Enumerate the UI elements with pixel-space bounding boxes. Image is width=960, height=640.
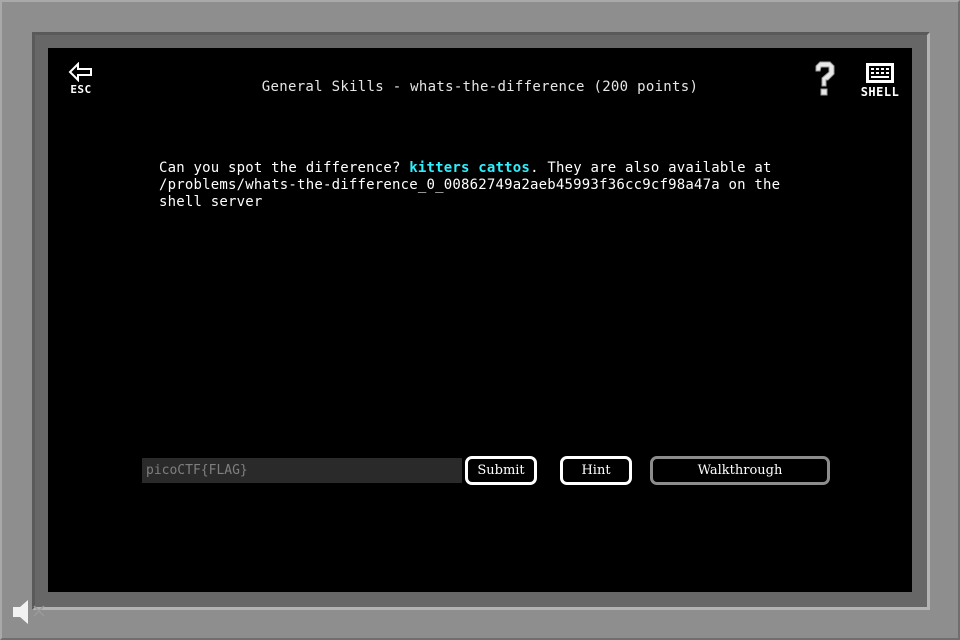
cattos-link[interactable]: cattos	[478, 160, 530, 176]
speaker-muted-icon	[10, 600, 50, 632]
shell-label: SHELL	[860, 85, 900, 99]
problem-description: Can you spot the difference? kitters cat…	[159, 160, 799, 211]
shell-button[interactable]: SHELL	[856, 62, 904, 102]
terminal-icon	[856, 62, 904, 84]
help-button[interactable]	[810, 60, 840, 100]
terminal-screen: ESC General Skills - whats-the-differenc…	[48, 48, 912, 592]
kitters-link[interactable]: kitters	[409, 160, 469, 176]
submit-button[interactable]: Submit	[465, 456, 537, 485]
page-title: General Skills - whats-the-difference (2…	[261, 79, 699, 95]
flag-input[interactable]	[142, 458, 462, 483]
description-text-before: Can you spot the difference?	[159, 160, 410, 176]
walkthrough-button[interactable]: Walkthrough	[650, 456, 830, 485]
hint-button[interactable]: Hint	[560, 456, 632, 485]
question-mark-icon	[810, 61, 838, 102]
volume-button[interactable]	[10, 596, 50, 628]
